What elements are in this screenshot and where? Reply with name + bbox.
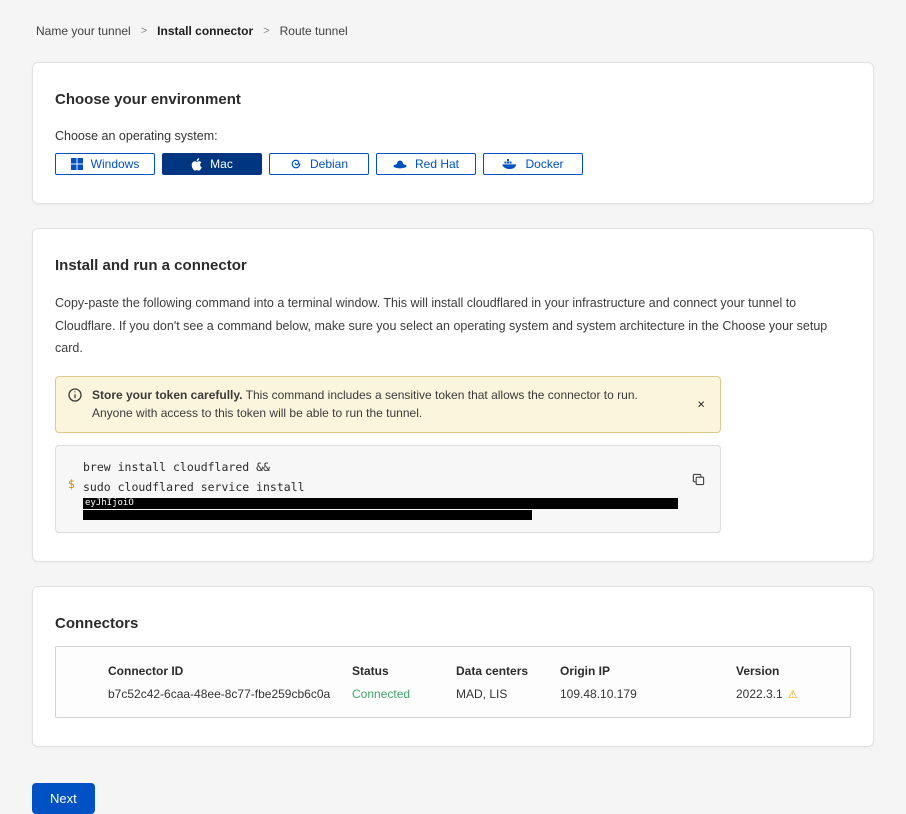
warning-icon: ⚠ [788,689,798,701]
os-button-group: Windows Mac Debian Red Hat [55,153,851,175]
breadcrumb-item-name-your-tunnel[interactable]: Name your tunnel [36,24,131,38]
data-centers-value: MAD, LIS [456,687,560,701]
column-header-origin-ip: Origin IP [560,664,736,678]
install-connector-card: Install and run a connector Copy-paste t… [32,228,874,562]
os-button-label: Windows [91,157,140,171]
copy-icon[interactable] [690,471,707,488]
close-icon[interactable]: × [695,396,707,413]
connectors-card-title: Connectors [55,615,851,632]
table-header-row: Connector ID Status Data centers Origin … [108,664,834,678]
breadcrumb-separator: > [263,25,269,37]
os-select-label: Choose an operating system: [55,129,851,143]
shell-prompt: $ [68,457,83,520]
os-button-redhat[interactable]: Red Hat [376,153,476,175]
os-button-label: Docker [525,157,563,171]
os-button-docker[interactable]: Docker [483,153,583,175]
redhat-icon [393,159,407,170]
install-card-title: Install and run a connector [55,257,851,274]
docker-icon [502,158,517,170]
windows-icon [71,158,83,170]
environment-card-title: Choose your environment [55,91,851,108]
install-instructions: Copy-paste the following command into a … [55,292,851,360]
debian-icon [290,158,302,170]
command-line-2: sudo cloudflared service install [83,477,680,497]
redacted-token-line-1: eyJhIjoiO [83,498,678,509]
os-button-label: Red Hat [415,157,459,171]
command-line-1: brew install cloudflared && [83,457,680,477]
token-prefix: eyJhIjoiO [85,498,134,508]
table-row: b7c52c42-6caa-48ee-8c77-fbe259cb6c0a Con… [108,687,834,701]
os-button-mac[interactable]: Mac [162,153,262,175]
environment-card: Choose your environment Choose an operat… [32,62,874,204]
os-button-label: Mac [210,157,233,171]
install-command-block: $ brew install cloudflared && sudo cloud… [55,445,721,533]
token-warning-bold: Store your token carefully. [92,388,243,402]
next-button[interactable]: Next [32,783,95,814]
connectors-table: Connector ID Status Data centers Origin … [55,646,851,718]
column-header-connector-id: Connector ID [108,664,352,678]
breadcrumb: Name your tunnel > Install connector > R… [0,0,906,38]
install-command: brew install cloudflared && sudo cloudfl… [83,457,680,520]
breadcrumb-item-install-connector: Install connector [157,24,253,38]
os-button-label: Debian [310,157,348,171]
connector-id-value: b7c52c42-6caa-48ee-8c77-fbe259cb6c0a [108,687,352,701]
breadcrumb-item-route-tunnel[interactable]: Route tunnel [280,24,348,38]
os-button-debian[interactable]: Debian [269,153,369,175]
connectors-card: Connectors Connector ID Status Data cent… [32,586,874,747]
apple-icon [191,158,202,171]
version-value: 2022.3.1⚠ [736,687,834,701]
column-header-data-centers: Data centers [456,664,560,678]
redacted-token-line-2 [83,510,532,520]
token-warning-text: Store your token carefully. This command… [92,386,708,423]
column-header-status: Status [352,664,456,678]
column-header-version: Version [736,664,834,678]
os-button-windows[interactable]: Windows [55,153,155,175]
info-icon [68,388,82,423]
token-warning-banner: Store your token carefully. This command… [55,376,721,433]
breadcrumb-separator: > [141,25,147,37]
origin-ip-value: 109.48.10.179 [560,687,736,701]
status-badge: Connected [352,687,456,701]
